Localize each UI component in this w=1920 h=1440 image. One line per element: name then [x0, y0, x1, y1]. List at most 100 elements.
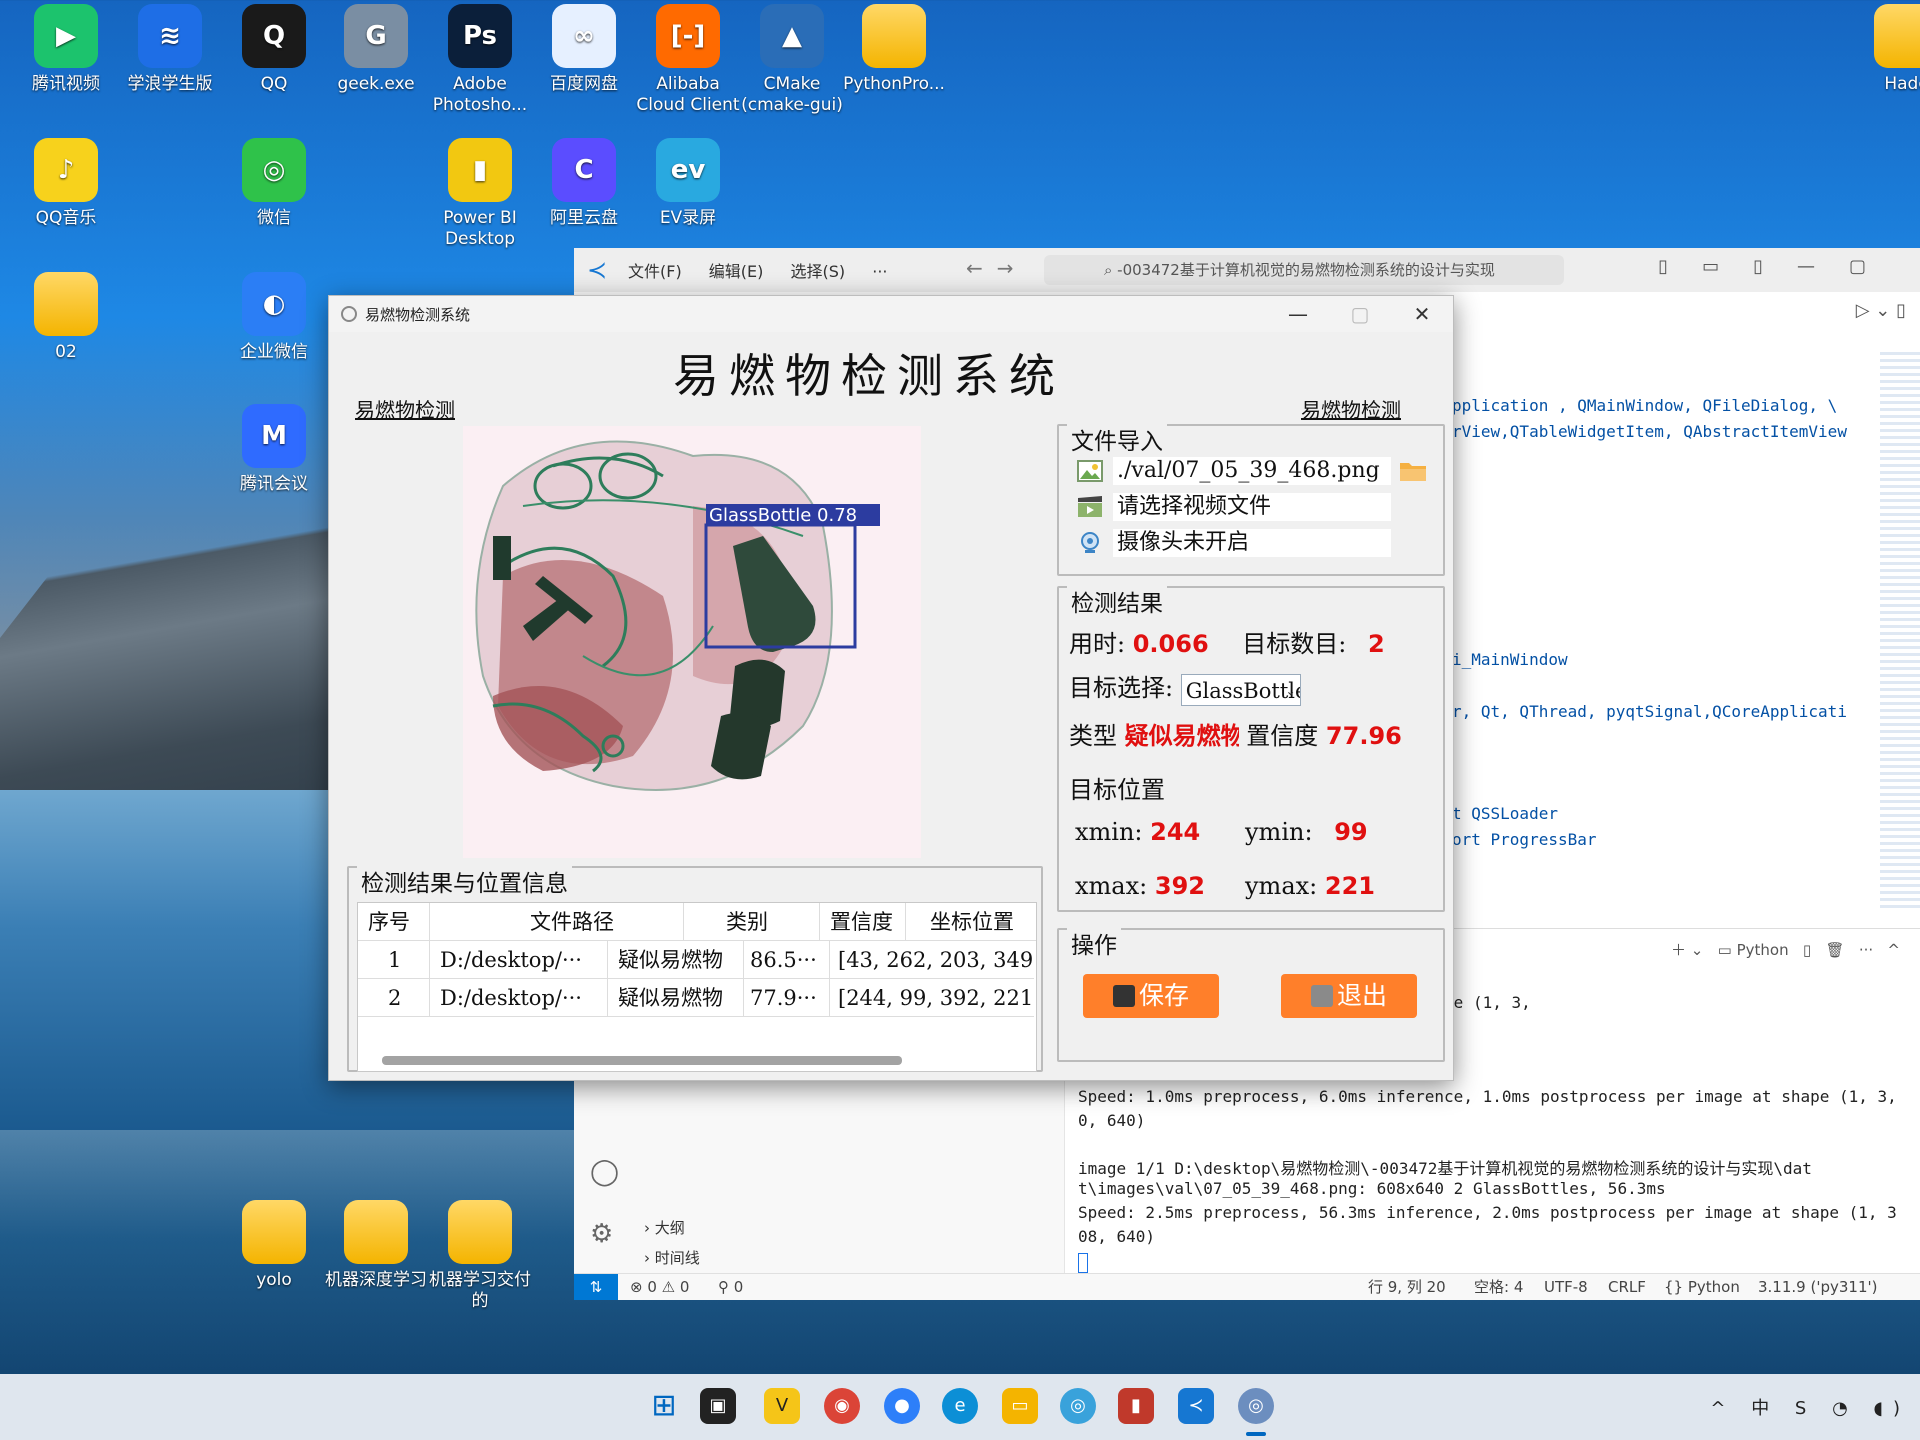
desktop-icon[interactable]: ▶ 腾讯视频 [14, 4, 118, 95]
col-header[interactable]: 类别 [684, 903, 820, 941]
account-icon[interactable]: ◯ [590, 1157, 619, 1187]
chrome-icon[interactable]: ◉ [824, 1388, 860, 1424]
desktop-icon-label: Adobe Photosho... [432, 74, 528, 115]
target-select-dropdown[interactable]: GlassBottle ⌄ [1180, 673, 1301, 706]
desktop-icon-label: CMake (cmake-gui) [741, 74, 843, 115]
col-header[interactable]: 文件路径 [430, 903, 684, 941]
desktop-icon-label: 企业微信 [240, 342, 308, 362]
app-icon: ≋ [138, 4, 202, 68]
language-status[interactable]: {} Python [1664, 1274, 1740, 1300]
desktop-icon[interactable]: ▲ CMake (cmake-gui) [740, 4, 844, 116]
folder-icon [242, 1200, 306, 1264]
desktop-icon[interactable]: 02 [14, 272, 118, 363]
desktop-icon[interactable]: ◐ 企业微信 [222, 272, 326, 363]
encoding-status[interactable]: UTF-8 [1544, 1274, 1588, 1300]
operations-group: 操作 保存 退出 [1057, 926, 1445, 1062]
col-header[interactable]: 坐标位置 [906, 903, 1036, 941]
desktop-icon[interactable]: M 腾讯会议 [222, 404, 326, 495]
toolbox-icon[interactable]: ▮ [1118, 1388, 1154, 1424]
table-row[interactable]: 1 D:/desktop/··· 疑似易燃物 86.5··· [43, 262,… [358, 941, 1036, 979]
table-header-row: 序号 文件路径 类别 置信度 坐标位置 [358, 903, 1036, 941]
edge-icon[interactable]: e [942, 1388, 978, 1424]
chat-icon[interactable]: ◎ [1060, 1388, 1096, 1424]
minimap[interactable] [1880, 352, 1920, 912]
terminal-line: t\images\val\07_05_39_468.png: 608x640 2… [1078, 1179, 1666, 1198]
desktop-icon[interactable]: ▮ Power BI Desktop [428, 138, 532, 250]
exit-button[interactable]: 退出 [1281, 974, 1417, 1018]
system-tray[interactable]: ^ 中 S ◔ ◖) [1710, 1394, 1910, 1420]
eol-status[interactable]: CRLF [1608, 1274, 1646, 1300]
timeline-section[interactable]: › 时间线 [644, 1247, 700, 1268]
results-table-group: 检测结果与位置信息 序号 文件路径 类别 置信度 坐标位置 1 D:/deskt… [347, 864, 1043, 1072]
vpn-icon[interactable]: V [764, 1388, 800, 1424]
code-line: pplication , QMainWindow, QFileDialog, \ [1452, 396, 1838, 415]
nav-arrows[interactable]: ←→ [966, 256, 1028, 280]
desktop-icon[interactable]: ∞ 百度网盘 [532, 4, 636, 95]
desktop-icon[interactable]: Q QQ [222, 4, 326, 95]
terminal-line: 0, 640) [1078, 1111, 1146, 1130]
image-path-field[interactable]: ./val/07_05_39_468.png [1113, 457, 1391, 485]
desktop-icon[interactable]: Ps Adobe Photosho... [428, 4, 532, 116]
table-horizontal-scrollbar[interactable] [382, 1056, 902, 1065]
task-view-icon[interactable]: ▣ [700, 1388, 736, 1424]
open-folder-icon[interactable] [1399, 459, 1427, 483]
gear-icon[interactable]: ⚙ [590, 1219, 613, 1249]
desktop-icon[interactable]: 机器深度学习 [324, 1200, 428, 1291]
ports-status[interactable]: ⚲ 0 [718, 1274, 743, 1300]
results-table[interactable]: 序号 文件路径 类别 置信度 坐标位置 1 D:/desktop/··· 疑似易… [357, 902, 1037, 1072]
desktop-icon[interactable]: PythonPro... [842, 4, 946, 95]
menu-edit[interactable]: 编辑(E) [709, 262, 764, 281]
outline-section[interactable]: › 大纲 [644, 1217, 685, 1238]
app-titlebar: 易燃物检测系统 — ▢ ✕ [329, 296, 1453, 332]
desktop-icon[interactable]: ev EV录屏 [636, 138, 740, 229]
remote-icon[interactable]: ⇅ [574, 1274, 618, 1300]
app-circle-icon[interactable]: ● [884, 1388, 920, 1424]
desktop-icon[interactable]: [-] Alibaba Cloud Client [636, 4, 740, 116]
exit-icon [1310, 985, 1333, 1007]
folder-icon [862, 4, 926, 68]
vscode-taskbar-icon[interactable]: ≺ [1178, 1388, 1214, 1424]
cursor-position[interactable]: 行 9, 列 20 [1368, 1274, 1446, 1300]
terminal-toolbar[interactable]: ＋ ⌄ ▭ Python ▯ 🗑 ··· ^ [1671, 939, 1900, 960]
save-button[interactable]: 保存 [1083, 974, 1219, 1018]
menu-selection[interactable]: 选择(S) [791, 262, 846, 281]
menu-file[interactable]: 文件(F) [628, 262, 682, 281]
app-icon: ♪ [34, 138, 98, 202]
desktop-icon[interactable]: ♪ QQ音乐 [14, 138, 118, 229]
desktop-icon-label: 学浪学生版 [127, 74, 213, 94]
desktop-icon[interactable]: 机器学习交付的 [428, 1200, 532, 1312]
detection-app-taskbar-icon[interactable]: ◎ [1238, 1388, 1274, 1424]
vscode-window-controls[interactable]: ▯▭▯—▢ [1658, 256, 1900, 277]
col-header[interactable]: 序号 [358, 903, 430, 941]
page-title: 易燃物检测系统 [673, 349, 1065, 403]
minimize-button[interactable]: — [1267, 296, 1329, 332]
camera-status-field[interactable]: 摄像头未开启 [1113, 529, 1391, 557]
maximize-button[interactable]: ▢ [1329, 296, 1391, 332]
video-path-field[interactable]: 请选择视频文件 [1113, 493, 1391, 521]
camera-icon [1081, 532, 1099, 553]
desktop-icon[interactable]: Ggeek.exe [324, 4, 428, 95]
desktop-icon[interactable]: ≋ 学浪学生版 [118, 4, 222, 95]
start-icon[interactable]: ⊞ [646, 1388, 682, 1424]
command-center-search[interactable]: ⌕ -003472基于计算机视觉的易燃物检测系统的设计与实现 [1044, 255, 1564, 285]
desktop-icon[interactable]: C 阿里云盘 [532, 138, 636, 229]
desktop-icon-label: 百度网盘 [550, 74, 618, 94]
ymin-line: ymin: 99 [1245, 818, 1368, 846]
table-row[interactable]: 2 D:/desktop/··· 疑似易燃物 77.9··· [244, 99,… [358, 979, 1036, 1017]
desktop-icon[interactable]: ◎ 微信 [222, 138, 326, 229]
video-path-row: 请选择视频文件 [1077, 492, 1391, 522]
app-icon: Q [242, 4, 306, 68]
menu-more[interactable]: ··· [872, 262, 887, 281]
col-header[interactable]: 置信度 [820, 903, 906, 941]
desktop-icon[interactable]: Hadc [1854, 4, 1920, 95]
desktop-icon-label: Hadc [1884, 74, 1920, 94]
file-explorer-icon[interactable]: ▭ [1002, 1388, 1038, 1424]
file-import-group: 文件导入 ./val/07_05_39_468.png 请选择视频文件 摄像头未… [1057, 422, 1445, 576]
xmax-value: 392 [1154, 872, 1205, 900]
close-button[interactable]: ✕ [1391, 296, 1453, 332]
run-icon[interactable]: ▷ ⌄ ▯ [1856, 300, 1906, 321]
indent-status[interactable]: 空格: 4 [1474, 1274, 1523, 1300]
desktop-icon[interactable]: yolo [222, 1200, 326, 1291]
problems-status[interactable]: ⊗ 0 ⚠ 0 [630, 1274, 689, 1300]
interpreter-status[interactable]: 3.11.9 ('py311') [1758, 1274, 1877, 1300]
